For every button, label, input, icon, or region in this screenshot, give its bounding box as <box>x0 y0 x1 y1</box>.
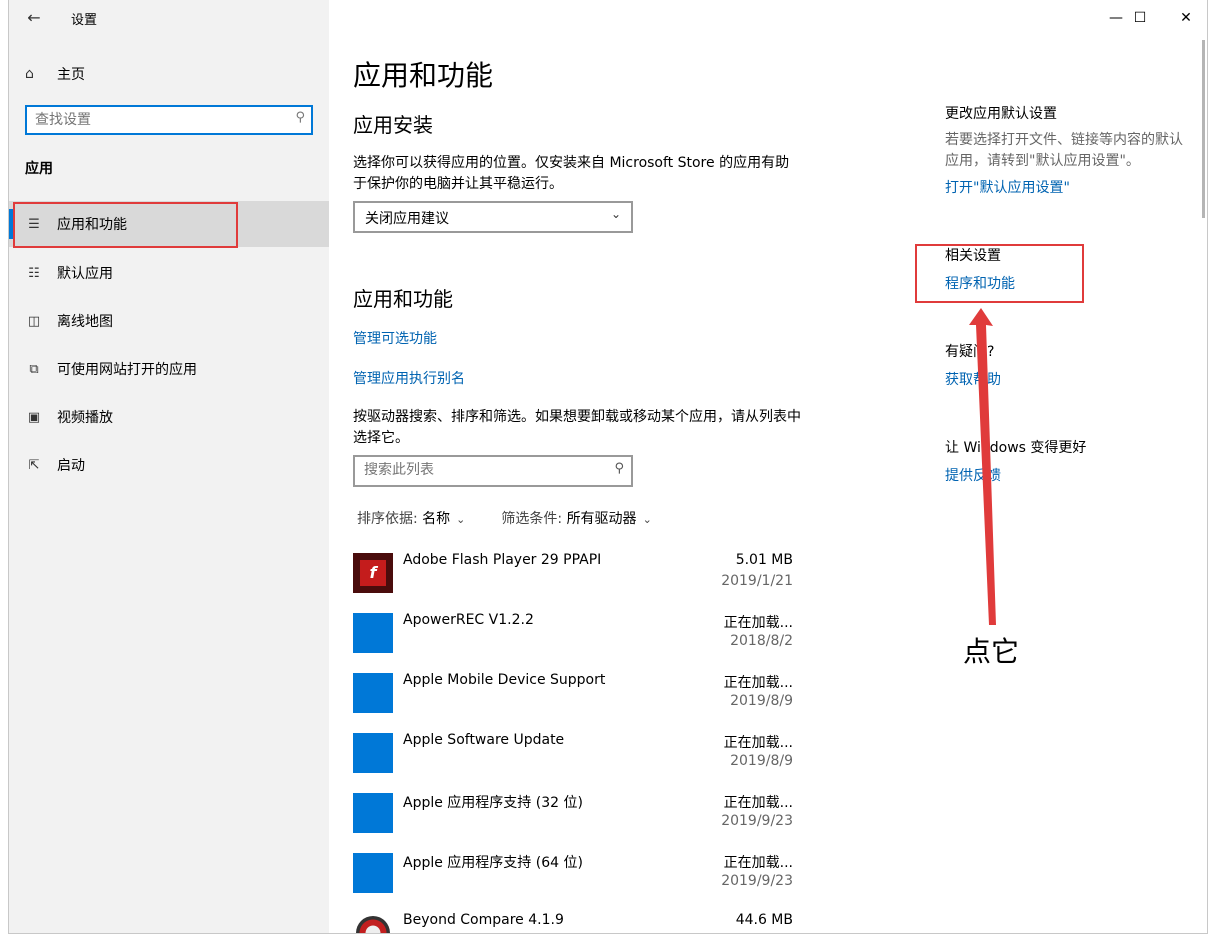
app-tile-icon <box>353 733 393 773</box>
close-icon[interactable]: ✕ <box>1163 6 1207 30</box>
app-list-item[interactable]: Apple 应用程序支持 (64 位) 正在加载... 2019/9/23 <box>353 850 793 910</box>
help-title: 有疑问? <box>945 344 995 360</box>
app-size: 5.01 MB <box>735 552 793 568</box>
filter-control[interactable]: 筛选条件: 所有驱动器 ⌄ <box>501 508 651 528</box>
settings-window: ← 设置 ⌂ 主页 ⚲ 应用 ☰ 应用和功能 ☷ 默认应用 ◫ 离线地图 ⧉ 可… <box>8 0 1208 934</box>
startup-icon: ⇱ <box>28 457 40 473</box>
app-date: 2018/8/2 <box>730 633 793 649</box>
app-install-dropdown[interactable]: 关闭应用建议 ⌄ <box>353 201 633 233</box>
app-size: 正在加载... <box>723 735 793 751</box>
sidebar-item-video-playback[interactable]: ▣ 视频播放 <box>9 394 329 440</box>
background-left <box>0 0 8 941</box>
app-list-item[interactable]: Apple Mobile Device Support 正在加载... 2019… <box>353 670 793 730</box>
beyond-compare-icon <box>353 913 393 933</box>
sidebar-item-apps-for-websites[interactable]: ⧉ 可使用网站打开的应用 <box>9 346 329 392</box>
annotation-label: 点它 <box>963 635 1020 668</box>
features-description: 按驱动器搜索、排序和筛选。如果想要卸载或移动某个应用，请从列表中选择它。 <box>353 409 801 446</box>
app-tile-icon <box>353 793 393 833</box>
sidebar-item-label: 视频播放 <box>57 410 113 426</box>
app-list-search-input[interactable] <box>364 462 594 478</box>
sort-value: 名称 <box>422 511 451 527</box>
app-tile-icon <box>353 853 393 893</box>
app-name: Apple 应用程序支持 (32 位) <box>403 795 583 811</box>
app-name: Beyond Compare 4.1.9 <box>403 912 564 928</box>
app-date: 2019/9/23 <box>721 873 793 889</box>
sidebar-item-label: 离线地图 <box>57 314 113 330</box>
search-icon[interactable]: ⚲ <box>295 110 305 125</box>
app-list-item[interactable]: Beyond Compare 4.1.9 44.6 MB <box>353 910 793 933</box>
home-icon: ⌂ <box>25 66 34 82</box>
app-size: 正在加载... <box>723 675 793 691</box>
open-website-icon: ⧉ <box>29 361 39 377</box>
sidebar-home[interactable]: ⌂ 主页 <box>25 62 85 86</box>
background-right <box>1208 0 1216 941</box>
open-default-apps-link[interactable]: 打开"默认应用设置" <box>945 177 1070 197</box>
default-settings-description: 若要选择打开文件、链接等内容的默认应用，请转到"默认应用设置"。 <box>945 132 1183 169</box>
back-arrow-icon[interactable]: ← <box>21 6 47 30</box>
app-tile-icon <box>353 673 393 713</box>
default-apps-icon: ☷ <box>28 265 40 281</box>
sort-label: 排序依据: <box>357 511 418 527</box>
sidebar-section-label: 应用 <box>25 161 53 177</box>
chevron-down-icon: ⌄ <box>456 513 466 526</box>
video-icon: ▣ <box>27 409 41 425</box>
flash-player-icon: f <box>353 553 393 593</box>
filter-value: 所有驱动器 <box>566 511 637 527</box>
main-content: — ☐ ✕ 应用和功能 应用安装 选择你可以获得应用的位置。仅安装来自 Micr… <box>329 0 1207 933</box>
filter-label: 筛选条件: <box>501 511 563 527</box>
app-list-item[interactable]: Apple 应用程序支持 (32 位) 正在加载... 2019/9/23 <box>353 790 793 850</box>
install-heading: 应用安装 <box>353 113 433 137</box>
settings-search-input[interactable] <box>35 110 285 130</box>
sidebar-item-default-apps[interactable]: ☷ 默认应用 <box>9 250 329 296</box>
sidebar-item-label: 可使用网站打开的应用 <box>57 362 197 378</box>
app-list-item[interactable]: Apple Software Update 正在加载... 2019/8/9 <box>353 730 793 790</box>
chevron-down-icon: ⌄ <box>610 207 621 221</box>
default-settings-title: 更改应用默认设置 <box>945 106 1057 122</box>
sidebar-item-label: 默认应用 <box>57 266 113 282</box>
sidebar-item-startup[interactable]: ⇱ 启动 <box>9 442 329 488</box>
highlight-box-apps-features <box>13 202 238 248</box>
app-name: Apple Software Update <box>403 732 565 748</box>
app-list-item[interactable]: f Adobe Flash Player 29 PPAPI 5.01 MB 20… <box>353 550 793 610</box>
maximize-icon[interactable]: ☐ <box>1117 6 1163 30</box>
scrollbar[interactable] <box>1202 40 1205 218</box>
get-help-link[interactable]: 获取帮助 <box>945 369 1001 389</box>
highlight-box-related-settings <box>915 244 1084 303</box>
dropdown-value: 关闭应用建议 <box>365 211 449 227</box>
app-size: 正在加载... <box>723 795 793 811</box>
app-name: Adobe Flash Player 29 PPAPI <box>403 552 602 568</box>
page-title: 应用和功能 <box>353 59 494 92</box>
sort-by-control[interactable]: 排序依据: 名称 ⌄ <box>357 508 465 528</box>
sidebar-item-label: 启动 <box>57 458 85 474</box>
app-date: 2019/8/9 <box>730 753 793 769</box>
app-size: 正在加载... <box>723 855 793 871</box>
map-icon: ◫ <box>27 313 41 329</box>
app-date: 2019/8/9 <box>730 693 793 709</box>
sidebar: ← 设置 ⌂ 主页 ⚲ 应用 ☰ 应用和功能 ☷ 默认应用 ◫ 离线地图 ⧉ 可… <box>9 0 329 933</box>
features-heading: 应用和功能 <box>353 287 453 311</box>
home-label: 主页 <box>57 67 85 83</box>
app-size: 44.6 MB <box>735 912 793 928</box>
app-list-item[interactable]: ApowerREC V1.2.2 正在加载... 2018/8/2 <box>353 610 793 670</box>
app-name: Apple 应用程序支持 (64 位) <box>403 855 583 871</box>
give-feedback-link[interactable]: 提供反馈 <box>945 465 1001 485</box>
chevron-down-icon: ⌄ <box>642 513 652 526</box>
search-icon[interactable]: ⚲ <box>614 461 624 476</box>
app-name: Apple Mobile Device Support <box>403 672 606 688</box>
app-name: ApowerREC V1.2.2 <box>403 612 534 628</box>
app-tile-icon <box>353 613 393 653</box>
app-date: 2019/1/21 <box>721 573 793 589</box>
sidebar-item-offline-maps[interactable]: ◫ 离线地图 <box>9 298 329 344</box>
settings-search[interactable]: ⚲ <box>25 105 313 135</box>
install-description: 选择你可以获得应用的位置。仅安装来自 Microsoft Store 的应用有助… <box>353 155 790 192</box>
app-size: 正在加载... <box>723 615 793 631</box>
sort-filter-row: 排序依据: 名称 ⌄ 筛选条件: 所有驱动器 ⌄ <box>357 508 652 528</box>
window-title: 设置 <box>71 13 98 28</box>
feedback-title: 让 Windows 变得更好 <box>945 440 1087 456</box>
app-date: 2019/9/23 <box>721 813 793 829</box>
app-list-search[interactable]: ⚲ <box>353 455 633 487</box>
manage-optional-features-link[interactable]: 管理可选功能 <box>353 328 437 348</box>
manage-app-alias-link[interactable]: 管理应用执行别名 <box>353 368 465 388</box>
